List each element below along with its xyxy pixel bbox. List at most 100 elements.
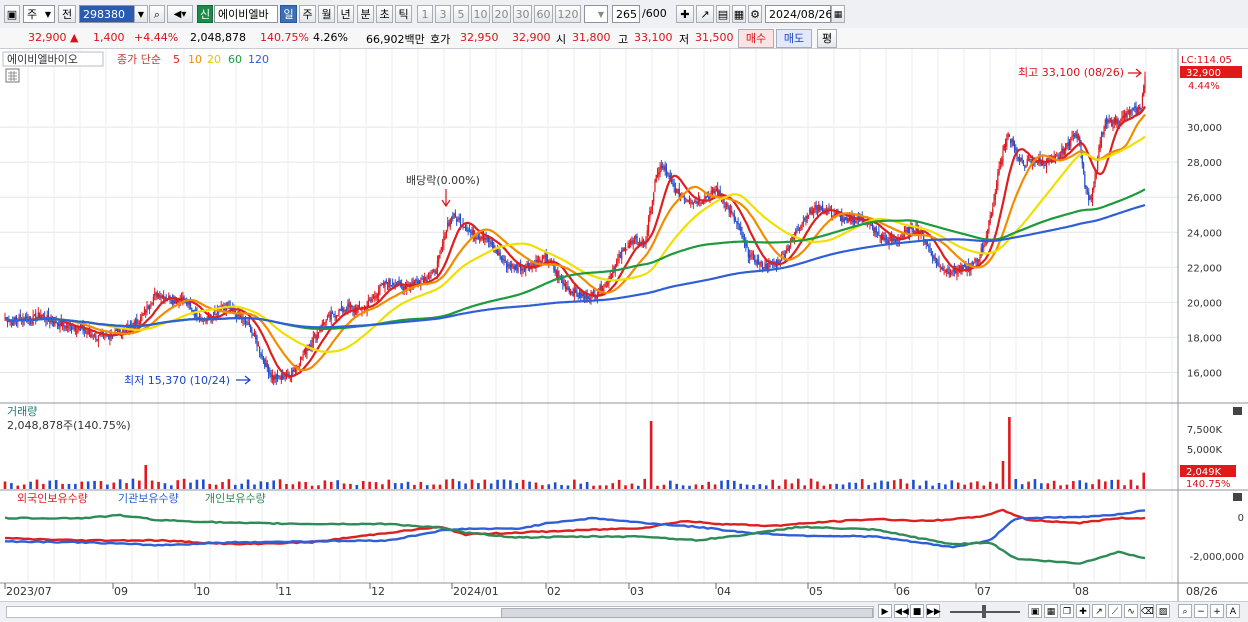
candle-body xyxy=(541,256,543,262)
candle-body xyxy=(317,332,320,334)
eval-button[interactable]: 평 xyxy=(817,29,837,48)
interval-10[interactable]: 10 xyxy=(471,5,490,23)
calendar-icon[interactable]: ▦ xyxy=(831,5,845,23)
candle-body xyxy=(388,280,390,288)
draw-tool-icon[interactable]: ↗ xyxy=(696,5,714,23)
zoom-out-icon[interactable]: − xyxy=(1194,604,1208,618)
scroll-end-icon[interactable]: ▶▶ xyxy=(926,604,941,618)
candle-body xyxy=(647,218,650,232)
candle-body xyxy=(250,325,252,333)
candle-body xyxy=(875,227,877,233)
horizontal-scrollbar[interactable] xyxy=(6,606,874,618)
candle-body xyxy=(205,320,207,322)
stop-icon[interactable]: ■ xyxy=(910,604,924,618)
interval-custom-input[interactable]: ▼ xyxy=(584,5,608,23)
chart-area[interactable]: 30,000 28,000 26,000 24,000 22,000 20,000 18,0… xyxy=(0,49,1248,601)
period-type-select[interactable]: 주 ▼ xyxy=(23,5,55,23)
chevron-down-icon: ▼ xyxy=(44,10,51,19)
prev-button[interactable]: 전 xyxy=(58,5,76,23)
table-icon[interactable] xyxy=(5,68,20,83)
volume-bar xyxy=(285,483,288,489)
tab-year[interactable]: 년 xyxy=(337,5,354,23)
count-input[interactable]: 265 xyxy=(612,5,640,23)
x-tick-label: 08 xyxy=(1075,585,1089,598)
candle-body xyxy=(942,267,944,271)
date-input[interactable]: 2024/08/26 xyxy=(765,5,832,23)
candle-body xyxy=(687,200,689,202)
tab-week[interactable]: 주 xyxy=(299,5,316,23)
candle-body xyxy=(523,270,526,272)
interval-120[interactable]: 120 xyxy=(555,5,581,23)
tab-second[interactable]: 초 xyxy=(376,5,393,23)
tab-day[interactable]: 일 xyxy=(280,5,297,23)
interval-1[interactable]: 1 xyxy=(417,5,433,23)
image-icon[interactable]: ▨ xyxy=(1156,604,1170,618)
save-icon[interactable]: ▦ xyxy=(732,5,746,23)
scroll-start-icon[interactable]: ◀◀ xyxy=(894,604,909,618)
sell-button[interactable]: 매도 xyxy=(776,29,812,48)
stock-code-input[interactable]: 298380 xyxy=(79,5,135,23)
copy-icon[interactable]: ❐ xyxy=(1060,604,1074,618)
speaker-icon[interactable]: ◀▾ xyxy=(167,5,193,23)
volume-bar xyxy=(1008,417,1011,489)
candle-body xyxy=(499,251,501,259)
volume-bar xyxy=(445,479,448,489)
code-dropdown-icon[interactable]: ▼ xyxy=(134,5,148,23)
chart-type-icon[interactable]: ▤ xyxy=(716,5,730,23)
low-label: 저 xyxy=(679,33,690,46)
cycle-tool-icon[interactable]: ∿ xyxy=(1124,604,1138,618)
volume-bar xyxy=(342,483,346,489)
scroll-thumb[interactable] xyxy=(501,608,873,618)
trend-tool-icon[interactable]: ⟋ xyxy=(1108,604,1122,618)
window-icon[interactable]: ▣ xyxy=(4,5,20,23)
low-price: 31,500 xyxy=(695,31,734,44)
gear-icon[interactable]: ⚙ xyxy=(748,5,762,23)
font-size-icon[interactable]: A xyxy=(1226,604,1240,618)
volume-value: 2,048,878 xyxy=(190,31,246,44)
candle-body xyxy=(425,278,427,281)
volume-bar xyxy=(1142,472,1146,489)
candle-body xyxy=(789,242,792,245)
candle-body xyxy=(892,238,894,241)
layout-icon[interactable]: ▣ xyxy=(1028,604,1042,618)
candle-body xyxy=(537,259,540,262)
candle-body xyxy=(95,335,97,340)
candle-body xyxy=(421,278,423,280)
candle-body xyxy=(663,167,665,170)
candle-body xyxy=(59,320,61,328)
interval-60[interactable]: 60 xyxy=(534,5,553,23)
split-icon[interactable]: ▦ xyxy=(1044,604,1058,618)
zoom-slider-handle[interactable] xyxy=(982,605,986,618)
zoom-in-icon[interactable]: + xyxy=(1210,604,1224,618)
candle-body xyxy=(971,261,973,264)
candle-body xyxy=(654,180,656,192)
interval-5[interactable]: 5 xyxy=(453,5,469,23)
candle-body xyxy=(83,329,85,331)
crosshair-icon[interactable]: ✚ xyxy=(1076,604,1090,618)
candle-body xyxy=(431,272,433,274)
interval-30[interactable]: 30 xyxy=(513,5,532,23)
candle-body xyxy=(847,217,849,223)
buy-button[interactable]: 매수 xyxy=(738,29,774,48)
erase-tool-icon[interactable]: ⌫ xyxy=(1140,604,1154,618)
candle-body xyxy=(933,255,935,259)
tab-minute[interactable]: 분 xyxy=(357,5,374,23)
lc-label: LC:114.05 xyxy=(1181,55,1232,66)
panel-close-icon[interactable] xyxy=(1233,407,1242,415)
interval-20[interactable]: 20 xyxy=(492,5,511,23)
candle-body xyxy=(901,236,903,238)
interval-3[interactable]: 3 xyxy=(435,5,451,23)
tab-month[interactable]: 월 xyxy=(318,5,335,23)
search-icon[interactable]: ⌕ xyxy=(149,5,165,23)
scroll-right-icon[interactable]: ▶ xyxy=(878,604,892,618)
panel-close-icon[interactable] xyxy=(1233,493,1242,501)
candle-body xyxy=(994,192,996,200)
tab-tick[interactable]: 틱 xyxy=(395,5,412,23)
candle-body xyxy=(269,372,271,374)
zoom-icon[interactable]: ⌕ xyxy=(1178,604,1192,618)
volume-bar xyxy=(349,483,352,489)
candle-body xyxy=(1091,187,1094,201)
cursor-icon[interactable]: ✚ xyxy=(676,5,694,23)
line-tool-icon[interactable]: ↗ xyxy=(1092,604,1106,618)
new-button[interactable]: 신 xyxy=(197,5,213,23)
